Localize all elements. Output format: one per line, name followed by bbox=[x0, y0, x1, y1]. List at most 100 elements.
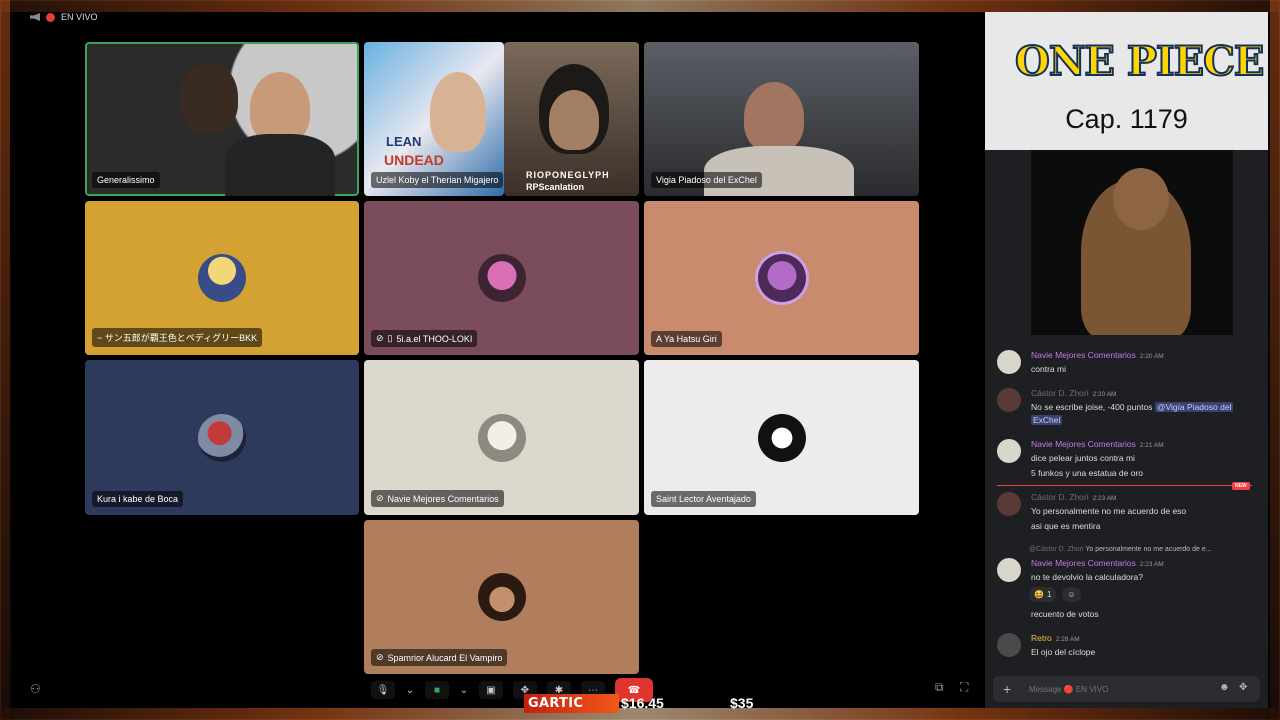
microphone-icon: 🎙 bbox=[376, 684, 390, 696]
message-text: dice pelear juntos contra mi bbox=[1031, 453, 1135, 463]
avatar bbox=[757, 254, 806, 302]
audio-tile-navie[interactable]: ⊘ Navie Mejores Comentarios bbox=[364, 360, 639, 515]
reaction-pill[interactable]: 😆 1 bbox=[1029, 587, 1057, 602]
capybara-head bbox=[1113, 168, 1169, 230]
message-text: Yo personalmente no me acuerdo de eso bbox=[1031, 506, 1187, 516]
audio-tile-thoo-loki[interactable]: ⊘ ▯ 5i.a.el THOO-LOKI bbox=[364, 201, 639, 355]
message-author[interactable]: Cástor D. Zhori bbox=[1031, 492, 1089, 502]
video-tile-vigia[interactable]: Vigia Piadoso del ExChel bbox=[644, 42, 919, 196]
audio-tile-spamrior[interactable]: ⊘ Spamrior Alucard El Vampiro bbox=[364, 520, 639, 674]
camera-icon: ■ bbox=[433, 684, 441, 696]
tile-name: Generalissimo bbox=[92, 172, 160, 188]
user-mention-continued[interactable]: ExChel bbox=[1031, 415, 1063, 425]
reaction-count: 1 bbox=[1046, 590, 1052, 599]
screen-share-icon: ▣ bbox=[486, 684, 496, 696]
message-input[interactable] bbox=[1029, 682, 1189, 696]
avatar bbox=[477, 573, 526, 621]
message-text: recuento de votos bbox=[1031, 609, 1099, 619]
price-right: $35 bbox=[730, 695, 754, 711]
message-time: 2:20 AM bbox=[1139, 353, 1164, 360]
audio-tile-sangoro[interactable]: ~ サン五郎が覇王色とペディグリーBKK bbox=[85, 201, 359, 355]
capybara-image bbox=[1031, 150, 1233, 335]
tile-name: A Ya Hatsu Giri bbox=[651, 331, 722, 347]
participant-face bbox=[744, 82, 804, 152]
gartic-banner: GARTIC bbox=[524, 694, 619, 713]
avatar bbox=[997, 350, 1021, 374]
avatar bbox=[997, 558, 1021, 582]
avatar bbox=[477, 413, 526, 462]
frame-glow-top bbox=[0, 0, 1280, 12]
video-tile-rioponeglyph[interactable]: RIOPONEGLYPH RPScanlation bbox=[504, 42, 639, 196]
message-time: 2:20 AM bbox=[1092, 391, 1117, 398]
audio-tile-kura[interactable]: Kura i kabe de Boca bbox=[85, 360, 359, 515]
message-text: 5 funkos y una estatua de oro bbox=[1031, 468, 1143, 478]
apps-icon[interactable]: ✥ bbox=[1239, 682, 1247, 693]
speaker-icon bbox=[30, 13, 40, 21]
reply-author: @Cástor D. Zhori bbox=[1029, 546, 1084, 553]
camera-options-chevron-icon[interactable]: ⌄ bbox=[459, 681, 469, 699]
camera-button[interactable]: ■ bbox=[425, 681, 449, 699]
message-time: 2:28 AM bbox=[1055, 636, 1080, 643]
tile-name: ⊘ ▯ 5i.a.el THOO-LOKI bbox=[371, 330, 478, 347]
participant-body bbox=[704, 146, 854, 196]
fullscreen-icon[interactable]: ⛶ bbox=[960, 680, 968, 695]
audio-tile-saint-lector[interactable]: Saint Lector Aventajado bbox=[644, 360, 919, 515]
tile-name: ⊘ Spamrior Alucard El Vampiro bbox=[371, 649, 508, 666]
skeleton-figure bbox=[180, 62, 238, 132]
chat-panel: ONE PIECE Cap. 1179 Navie Mejores Coment… bbox=[985, 12, 1268, 708]
tile-name: ~ サン五郎が覇王色とペディグリーBKK bbox=[92, 328, 263, 347]
avatar bbox=[757, 413, 806, 462]
add-reaction-icon: ☺ bbox=[1067, 590, 1076, 599]
message-text: No se escribe joise, -400 puntos bbox=[1031, 402, 1153, 412]
avatar bbox=[198, 254, 246, 302]
frame-glow-left bbox=[0, 0, 10, 720]
activity-icon[interactable]: ⚇ bbox=[30, 682, 41, 696]
tile-name: Saint Lector Aventajado bbox=[651, 491, 756, 507]
user-mention[interactable]: @Vigía Piadoso del bbox=[1154, 402, 1234, 412]
message-author[interactable]: Navie Mejores Comentarios bbox=[1031, 439, 1136, 449]
message-time: 2:23 AM bbox=[1092, 495, 1117, 502]
chapter-label: Cap. 1179 bbox=[1065, 104, 1188, 134]
message-text: contra mi bbox=[1031, 364, 1066, 374]
message-text: no te devolvio la calculadora? bbox=[1031, 572, 1143, 582]
video-tile-uzlel-koby[interactable]: LEAN UNDEAD Uzlel Koby el Therian Migaje… bbox=[364, 42, 504, 196]
add-reaction-button[interactable]: ☺ bbox=[1062, 587, 1081, 602]
message-author[interactable]: Cástor D. Zhori bbox=[1031, 388, 1089, 398]
mic-options-chevron-icon[interactable]: ⌄ bbox=[405, 681, 415, 699]
popout-icon[interactable]: ⧉ bbox=[935, 680, 944, 695]
price-left: $16.45 bbox=[621, 695, 664, 711]
overlay-rpscanlation: RPScanlation bbox=[526, 182, 585, 192]
message-author[interactable]: Navie Mejores Comentarios bbox=[1031, 350, 1136, 360]
reply-reference[interactable]: @Cástor D. Zhori Yo personalmente no me … bbox=[1029, 546, 1212, 553]
participant-body bbox=[225, 134, 335, 196]
phone-icon: ▯ bbox=[387, 333, 393, 343]
video-tile-generalissimo[interactable]: Generalissimo bbox=[85, 42, 359, 196]
message-text: asi que es mentira bbox=[1031, 521, 1101, 531]
mic-muted-icon: ⊘ bbox=[376, 333, 384, 343]
mic-muted-icon: ⊘ bbox=[376, 493, 384, 503]
mic-button[interactable]: 🎙 bbox=[371, 681, 395, 699]
tile-name: Kura i kabe de Boca bbox=[92, 491, 184, 507]
new-messages-divider bbox=[997, 485, 1252, 486]
message-text: El ojo del cíclope bbox=[1031, 647, 1096, 657]
tile-name: Uzlel Koby el Therian Migajero bbox=[371, 172, 504, 188]
mic-muted-icon: ⊘ bbox=[376, 652, 384, 662]
plus-icon[interactable]: + bbox=[1003, 681, 1011, 697]
avatar bbox=[997, 492, 1021, 516]
reply-text: Yo personalmente no me acuerdo de e... bbox=[1085, 546, 1212, 553]
live-dot-icon bbox=[46, 12, 55, 22]
message-author[interactable]: Retro bbox=[1031, 633, 1052, 643]
avatar bbox=[198, 413, 246, 462]
emoji-icon[interactable]: ☻ bbox=[1219, 682, 1230, 693]
tile-name: Vigia Piadoso del ExChel bbox=[651, 172, 762, 188]
reactions-row: 😆 1 ☺ bbox=[1029, 587, 1081, 602]
anime-character bbox=[430, 72, 486, 152]
live-label: EN VIVO bbox=[61, 12, 98, 22]
message-author[interactable]: Navie Mejores Comentarios bbox=[1031, 558, 1136, 568]
message-time: 2:23 AM bbox=[1139, 561, 1164, 568]
message-time: 2:21 AM bbox=[1139, 442, 1164, 449]
audio-tile-hatsu-giri[interactable]: A Ya Hatsu Giri bbox=[644, 201, 919, 355]
tile-name: ⊘ Navie Mejores Comentarios bbox=[371, 490, 504, 507]
screen-share-button[interactable]: ▣ bbox=[479, 681, 503, 699]
overlay-rioponeglyph: RIOPONEGLYPH bbox=[526, 170, 610, 180]
